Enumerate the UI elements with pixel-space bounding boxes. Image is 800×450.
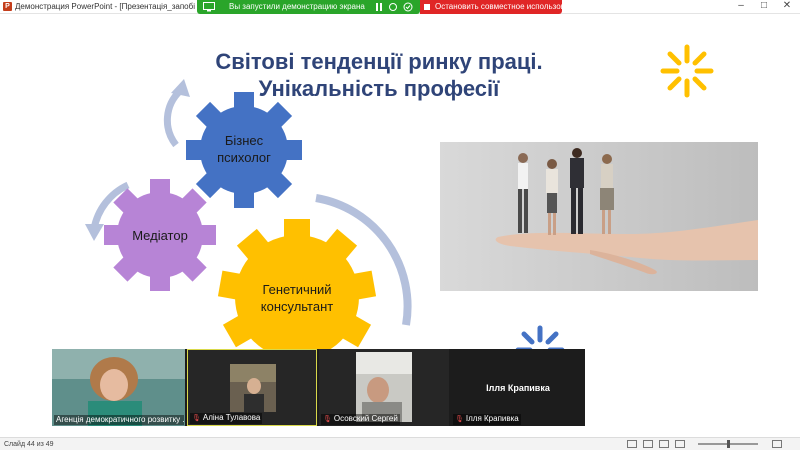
minimize-button[interactable]: – <box>730 0 752 13</box>
blue-sun-decoration <box>515 325 565 353</box>
participant-name-text: Аліна Тулавова <box>202 413 261 422</box>
share-status-text: Вы запустили демонстрацию экрана <box>229 2 365 11</box>
screen: P Демонстрация PowerPoint - [Презентація… <box>0 0 800 450</box>
zoom-slider-thumb[interactable] <box>727 440 730 448</box>
participant-tile[interactable]: 🎙 Осовский Сергей <box>319 349 449 426</box>
slide-title-line-2: Унікальність професії <box>258 76 500 101</box>
participant-video <box>230 364 276 412</box>
stop-icon <box>424 4 430 10</box>
slideshow-icon[interactable] <box>675 440 685 448</box>
gear-label-line: Генетичний <box>262 282 332 297</box>
photo-illustration <box>440 142 758 291</box>
slide-counter: Слайд 44 из 49 <box>4 441 54 448</box>
powerpoint-icon: P <box>3 2 12 11</box>
slide-title: Світові тенденції ринку праці. Унікальні… <box>144 48 614 102</box>
screen-share-status-bar: Вы запустили демонстрацию экрана <box>197 0 420 14</box>
participant-video <box>356 352 412 422</box>
cycle-arrowhead-left <box>85 224 104 241</box>
participant-name: 🎙 Ілля Крапивка <box>453 414 521 425</box>
video-participants-strip: Агенція демократичного розвитку ... 🎙 Алі… <box>52 349 585 426</box>
record-icon[interactable] <box>389 3 397 11</box>
participant-tile[interactable]: Ілля Крапивка 🎙 Ілля Крапивка <box>451 349 585 426</box>
gear-label-business-psychologist: Бізнес психолог <box>204 132 284 166</box>
close-button[interactable]: ✕ <box>776 0 798 13</box>
fit-to-window-icon[interactable] <box>772 440 782 448</box>
participant-name: 🎙 Аліна Тулавова <box>190 413 263 424</box>
screen-share-icon <box>203 2 215 12</box>
gear-label-line: Медіатор <box>132 228 188 243</box>
participant-name-text: Осовский Сергей <box>333 414 398 423</box>
slide-sorter-icon[interactable] <box>643 440 653 448</box>
participant-name: 🎙 Осовский Сергей <box>321 414 400 425</box>
window-title: Демонстрация PowerPoint - [Презентація_з… <box>15 2 195 11</box>
gear-label-line: консультант <box>260 299 334 314</box>
stop-sharing-label: Остановить совместное использование <box>435 2 583 11</box>
gear-label-mediator: Медіатор <box>118 227 202 244</box>
normal-view-icon[interactable] <box>627 440 637 448</box>
participant-name-text: Ілля Крапивка <box>465 414 519 423</box>
check-circle-icon[interactable] <box>403 2 413 12</box>
participant-name: Агенція демократичного розвитку ... <box>54 415 184 425</box>
yellow-sun-decoration <box>660 44 714 98</box>
stop-sharing-button[interactable]: Остановить совместное использование <box>420 0 583 14</box>
participant-tile[interactable]: 🎙 Аліна Тулавова <box>187 349 317 426</box>
participant-display-name: Ілля Крапивка <box>486 383 550 393</box>
participant-tile[interactable]: Агенція демократичного розвитку ... <box>52 349 185 426</box>
status-bar: Слайд 44 из 49 <box>0 437 800 450</box>
gear-label-genetic-counselor: Генетичний консультант <box>242 281 352 315</box>
muted-mic-icon: 🎙 <box>192 415 201 422</box>
reading-view-icon[interactable] <box>659 440 669 448</box>
maximize-button[interactable]: □ <box>753 0 775 13</box>
slide-title-line-1: Світові тенденції ринку праці. <box>215 49 543 74</box>
business-people-on-hand-photo <box>440 142 758 291</box>
gear-label-line: психолог <box>217 150 271 165</box>
pause-icon[interactable] <box>375 2 384 12</box>
muted-mic-icon: 🎙 <box>455 416 464 423</box>
gear-label-line: Бізнес <box>224 133 264 148</box>
muted-mic-icon: 🎙 <box>323 416 332 423</box>
